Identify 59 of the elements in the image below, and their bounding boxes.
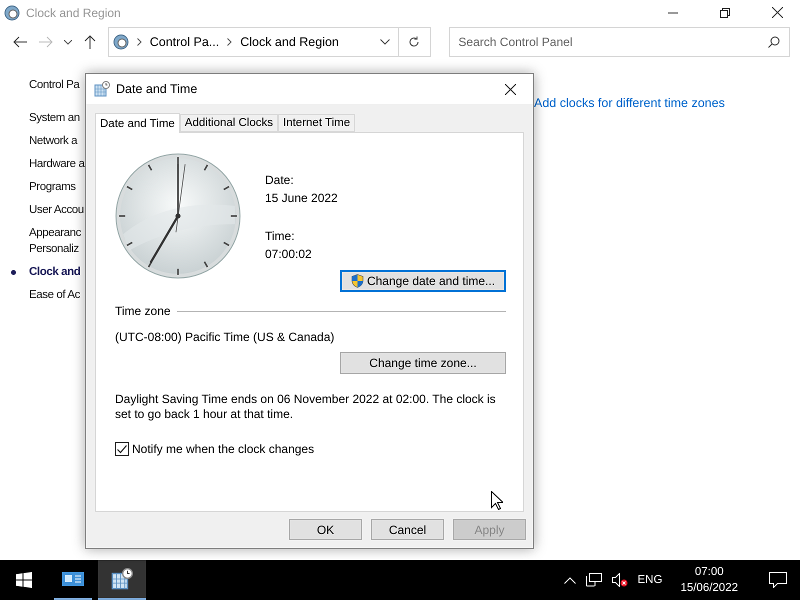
sidebar-link[interactable]: System an — [29, 110, 85, 126]
chevron-up-icon[interactable] — [564, 576, 576, 584]
close-icon — [504, 84, 516, 94]
chevron-icon — [227, 38, 232, 46]
change-date-time-button[interactable]: Change date and time... — [340, 270, 506, 292]
sidebar-link[interactable]: Control Pa — [29, 77, 85, 93]
network-icon[interactable] — [586, 573, 602, 587]
time-zone-value: (UTC-08:00) Pacific Time (US & Canada) — [115, 329, 336, 346]
date-value: 15 June 2022 — [265, 190, 338, 207]
sidebar-link[interactable]: Network a — [29, 133, 85, 149]
windows-logo-icon — [16, 572, 32, 588]
restore-icon — [720, 8, 730, 18]
taskbar-clock[interactable]: 07:00 15/06/2022 — [672, 564, 746, 596]
calendar-clock-icon — [111, 568, 133, 590]
window-title: Clock and Region — [26, 6, 122, 20]
shield-icon — [350, 274, 364, 288]
dialog-button[interactable]: Cancel — [371, 519, 444, 540]
sidebar-link[interactable]: Ease of Ac — [29, 287, 85, 303]
up-arrow-icon — [84, 35, 96, 49]
dialog-button[interactable]: OK — [289, 519, 362, 540]
sidebar-link[interactable]: Hardware a — [29, 156, 85, 172]
caret-icon — [64, 40, 72, 44]
speaker-muted-icon[interactable] — [612, 573, 628, 587]
close-icon — [772, 7, 782, 18]
breadcrumb[interactable]: Clock and Region — [240, 35, 339, 49]
calendar-clock-icon — [94, 81, 110, 97]
speech-bubble-icon — [769, 572, 787, 588]
address-bar[interactable]: Control Pa... Clock and Region — [108, 27, 399, 57]
bullet-icon — [11, 270, 16, 275]
date-label: Date: — [265, 172, 295, 189]
tab[interactable]: Additional Clocks — [180, 114, 278, 132]
dialog-title: Date and Time — [116, 82, 198, 96]
sidebar-link[interactable]: Programs — [29, 179, 85, 195]
add-clocks-link[interactable]: Add clocks for different time zones — [534, 96, 725, 110]
control-panel-icon — [62, 571, 84, 587]
chevron-icon — [136, 38, 142, 46]
taskbar-button[interactable] — [98, 560, 146, 600]
time-label: Time: — [265, 228, 296, 245]
sidebar-link[interactable]: User Accou — [29, 202, 85, 218]
tab[interactable]: Internet Time — [278, 114, 356, 132]
notify-checkbox[interactable]: Notify me when the clock changes — [115, 442, 506, 456]
dst-note: Daylight Saving Time ends on 06 November 2022 at 02:00. The clock is set to go back 1 hour at that time. — [115, 392, 497, 422]
search-field[interactable]: Search Control Panel — [449, 27, 790, 57]
checkbox-label: Notify me when the clock changes — [132, 442, 314, 456]
refresh-button[interactable] — [398, 27, 432, 57]
group-heading: Time zone — [115, 303, 171, 320]
back-arrow-icon — [12, 36, 27, 48]
forward-arrow-icon — [38, 36, 53, 48]
search-icon — [768, 36, 780, 48]
tab[interactable]: Date and Time — [95, 113, 180, 133]
refresh-icon — [408, 36, 420, 48]
change-time-zone-button[interactable]: Change time zone... — [340, 352, 506, 374]
sidebar-link[interactable]: Clock and — [29, 264, 85, 280]
breadcrumb[interactable]: Control Pa... — [150, 35, 220, 49]
sidebar-link[interactable]: Appearanc Personaliz — [29, 225, 85, 257]
language-indicator[interactable]: ENG — [638, 574, 662, 586]
time-value: 07:00:02 — [265, 246, 313, 263]
checkbox[interactable] — [115, 442, 129, 456]
dropdown-icon[interactable] — [380, 39, 390, 45]
